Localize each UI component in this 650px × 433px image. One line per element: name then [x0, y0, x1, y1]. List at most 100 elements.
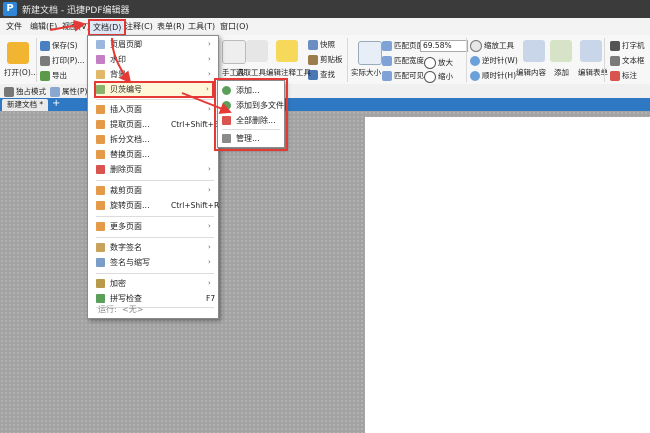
zoom-out-button[interactable]: 缩小: [424, 71, 453, 83]
find-button[interactable]: 查找: [308, 69, 335, 80]
fit-width-icon: [382, 56, 392, 66]
new-tab-button[interactable]: +: [52, 99, 60, 109]
print-button[interactable]: 打印(P)...: [40, 55, 85, 66]
menu-item-insert-page[interactable]: 插入页面 ›: [96, 103, 214, 116]
fit-width-button[interactable]: 匹配宽度: [382, 55, 424, 66]
menu-item-rotate-pages[interactable]: 旋转页面... Ctrl+Shift+R: [96, 199, 219, 212]
menu-window[interactable]: 窗口(O): [220, 21, 249, 32]
select-tool-icon[interactable]: [246, 40, 268, 62]
rotate-ccw-button[interactable]: 逆时针(W): [470, 55, 518, 66]
rotate-cw-button[interactable]: 顺时针(H): [470, 70, 516, 81]
menu-comment[interactable]: 注释(C): [125, 21, 153, 32]
app-logo-icon: P: [3, 2, 17, 16]
title-bar: P 新建文档 - 迅捷PDF编辑器: [0, 0, 650, 18]
ribbon-divider: [604, 38, 605, 82]
edit-form-icon[interactable]: [580, 40, 602, 62]
menu-item-bates-numbering[interactable]: 贝茨编号 ›: [94, 81, 214, 98]
zoom-input[interactable]: 69.58%: [420, 40, 468, 52]
menu-divider: [96, 216, 214, 217]
export-button[interactable]: 导出: [40, 70, 67, 81]
menu-divider: [96, 273, 214, 274]
folder-open-icon[interactable]: [7, 42, 29, 64]
submenu-arrow-icon: ›: [208, 40, 211, 48]
window-title: 新建文档 - 迅捷PDF编辑器: [22, 6, 130, 16]
fit-visible-button[interactable]: 匹配可见: [382, 70, 424, 81]
edit-content-button[interactable]: 编辑内容: [516, 67, 546, 78]
insert-page-icon: [96, 105, 105, 114]
camera-icon: [308, 40, 318, 50]
actual-size-button[interactable]: 实际大小: [351, 67, 381, 78]
menu-item-label: 更多页面: [110, 222, 142, 231]
digital-signature-icon: [96, 243, 105, 252]
mark-icon: [610, 71, 620, 81]
menu-item-header-footer[interactable]: 页眉页脚 ›: [96, 38, 214, 51]
zoom-out-label: 缩小: [438, 72, 453, 81]
menu-item-label: 签名与缩写: [110, 258, 150, 267]
ribbon-divider: [347, 38, 348, 82]
menu-item-label: 水印: [110, 55, 126, 64]
menu-item-label: 旋转页面...: [110, 201, 150, 210]
zoom-tool-button[interactable]: 缩放工具: [470, 40, 514, 52]
export-label: 导出: [52, 71, 67, 80]
edit-content-icon[interactable]: [523, 40, 545, 62]
menu-item-split-document[interactable]: 拆分文档...: [96, 133, 214, 146]
select-tool-button[interactable]: 选取工具: [236, 67, 266, 78]
save-button[interactable]: 保存(S): [40, 40, 78, 51]
submenu-arrow-icon: ›: [208, 243, 211, 251]
submenu-arrow-icon: ›: [208, 258, 211, 266]
edit-annotation-icon[interactable]: [276, 40, 298, 62]
menu-item-encrypt[interactable]: 加密 ›: [96, 277, 214, 290]
rotate-cw-label: 顺时针(H): [482, 71, 516, 80]
menu-file[interactable]: 文件: [6, 21, 22, 32]
menu-item-more-pages[interactable]: 更多页面 ›: [96, 220, 214, 233]
hand-icon[interactable]: [222, 40, 246, 64]
menu-item-extract-pages[interactable]: 提取页面... Ctrl+Shift+E: [96, 118, 219, 131]
edit-annotation-button[interactable]: 编辑注释工具: [266, 67, 311, 78]
clipboard-icon: [308, 55, 318, 65]
run-action-row[interactable]: 运行: <无>: [96, 303, 214, 316]
textbox-icon: [610, 56, 620, 66]
open-button[interactable]: 打开(O)...: [4, 67, 38, 78]
split-document-icon: [96, 135, 105, 144]
typewriter-button[interactable]: 打字机: [610, 40, 645, 51]
add-button[interactable]: 添加: [554, 67, 569, 78]
submenu-arrow-icon: ›: [208, 70, 211, 78]
menu-item-crop-pages[interactable]: 裁剪页面 ›: [96, 184, 214, 197]
zoom-tool-icon: [470, 40, 482, 52]
snapshot-button[interactable]: 快照: [308, 39, 335, 50]
menu-item-digital-signature[interactable]: 数字签名 ›: [96, 241, 214, 254]
clipboard-button[interactable]: 剪贴板: [308, 54, 343, 65]
menu-item-replace-pages[interactable]: 替换页面...: [96, 148, 214, 161]
zoom-in-label: 放大: [438, 58, 453, 67]
submenu-arrow-icon: ›: [208, 105, 211, 113]
menu-item-label: 提取页面...: [110, 120, 150, 129]
zoom-tool-label: 缩放工具: [484, 41, 514, 50]
document-page: [365, 117, 650, 433]
tab-new-document[interactable]: 新建文档 *: [2, 99, 49, 111]
zoom-in-button[interactable]: 放大: [424, 57, 453, 69]
menu-item-sign-initials[interactable]: 签名与缩写 ›: [96, 256, 214, 269]
fit-page-button[interactable]: 匹配页面: [382, 40, 424, 51]
menu-item-background[interactable]: 背景 ›: [96, 68, 214, 81]
single-mode-button[interactable]: 独占模式: [4, 86, 46, 97]
ribbon-divider: [36, 38, 37, 82]
rotate-pages-icon: [96, 201, 105, 210]
mark-button[interactable]: 标注: [610, 70, 637, 81]
menu-item-watermark[interactable]: 水印 ›: [96, 53, 214, 66]
sign-initials-icon: [96, 258, 105, 267]
header-footer-icon: [96, 40, 105, 49]
submenu-arrow-icon: ›: [208, 165, 211, 173]
actual-size-icon[interactable]: [358, 41, 382, 65]
menu-item-delete-pages[interactable]: 删除页面 ›: [96, 163, 214, 176]
menu-edit[interactable]: 编辑(E): [30, 21, 57, 32]
menu-document[interactable]: 文档(D): [88, 19, 127, 36]
add-icon[interactable]: [550, 40, 572, 62]
menu-tools[interactable]: 工具(T): [188, 21, 215, 32]
menu-view[interactable]: 视图(V): [62, 21, 90, 32]
save-label: 保存(S): [52, 41, 78, 50]
export-icon: [40, 71, 50, 81]
menu-form[interactable]: 表单(R): [157, 21, 185, 32]
textbox-button[interactable]: 文本框: [610, 55, 645, 66]
snapshot-label: 快照: [320, 40, 335, 49]
fit-visible-label: 匹配可见: [394, 71, 424, 80]
